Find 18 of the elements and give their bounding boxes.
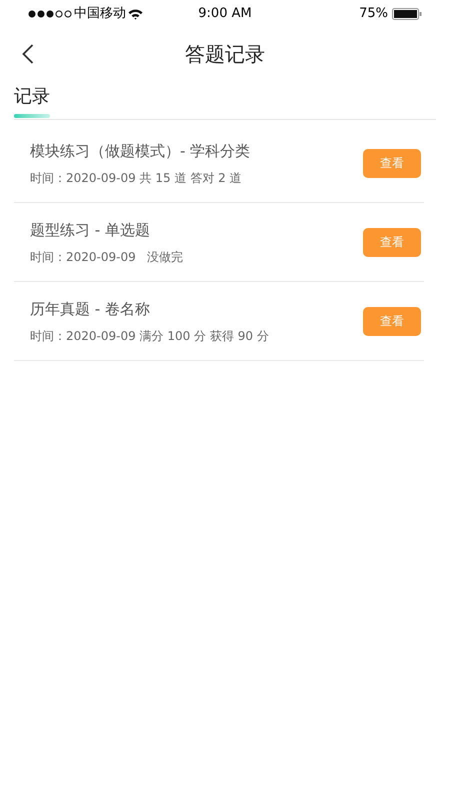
view-button[interactable]: 查看 [363,148,421,178]
record-title: 历年真题 - 卷名称 [30,299,151,320]
carrier-name: 中国移动 [74,5,126,24]
back-icon [22,44,34,64]
record-title: 题型练习 - 单选题 [30,220,151,241]
wifi-icon [128,8,143,20]
view-button[interactable]: 查看 [363,306,421,336]
tab[interactable]: 记录 [14,84,50,119]
battery-icon [392,8,422,20]
record-title: 模块练习（做题模式）- 学科分类 [30,141,252,162]
record-detail: 时间：2020-09-09 没做完 [30,249,184,265]
record-detail: 时间：2020-09-09 满分 100 分 获得 90 分 [30,328,270,344]
record-detail: 时间：2020-09-09 共 15 道 答对 2 道 [30,170,243,186]
battery-percentage: 75% [359,5,388,24]
view-button[interactable]: 查看 [363,228,421,256]
page-title: 答题记录 [185,41,265,68]
clock-time: 9:00 AM [198,6,252,22]
signal-icon [28,10,72,18]
